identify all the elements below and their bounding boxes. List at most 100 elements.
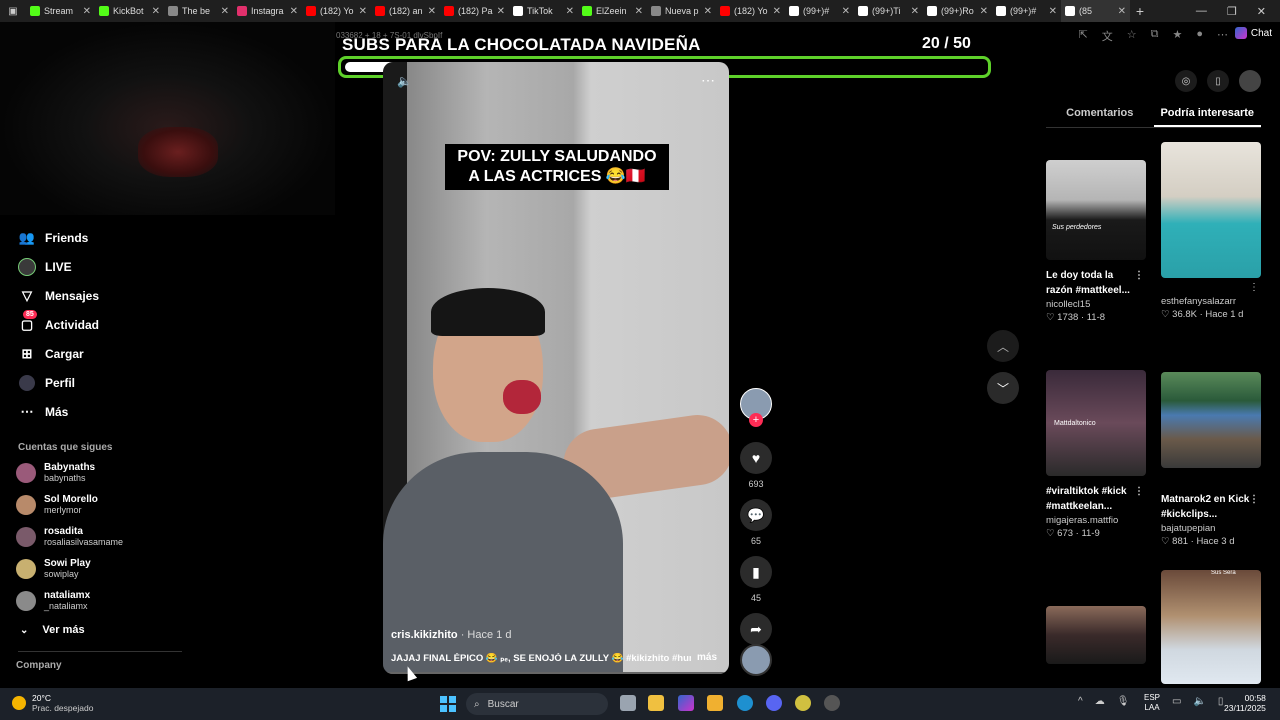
video-author[interactable]: cris.kikizhito · Hace 1 d — [391, 629, 511, 641]
nav-upload[interactable]: ⊞ Cargar — [0, 339, 200, 368]
kebab-icon[interactable]: ⋮ — [1134, 268, 1144, 283]
following-item[interactable]: nataliamx _nataliamx — [0, 585, 200, 617]
following-item[interactable]: Sowi Play sowiplay — [0, 553, 200, 585]
browser-tab[interactable]: Stream ✕ — [26, 0, 95, 22]
device-icon[interactable]: ▯ — [1207, 70, 1229, 92]
browser-tab[interactable]: (99+)# ✕ — [785, 0, 854, 22]
share-button[interactable]: ➦ — [740, 613, 772, 645]
suggested-video-card[interactable] — [1046, 606, 1146, 664]
tab-comments[interactable]: Comentarios — [1046, 100, 1154, 127]
close-tab-icon[interactable]: ✕ — [704, 6, 712, 17]
new-tab-button[interactable]: + — [1130, 3, 1150, 19]
chevron-up-icon[interactable]: ^ — [1078, 696, 1083, 707]
user-avatar[interactable] — [1239, 70, 1261, 92]
store-icon[interactable] — [648, 695, 664, 711]
video-progress-bar[interactable] — [383, 672, 729, 674]
kebab-icon[interactable]: ⋮ — [1134, 484, 1144, 499]
browser-tab[interactable]: (99+)Ti ✕ — [854, 0, 923, 22]
network-icon[interactable]: ▭ — [1172, 696, 1181, 707]
suggested-video-card[interactable]: Mattdaltonico #viraltiktok #kick #mattkee… — [1046, 370, 1146, 539]
translate-icon[interactable]: 文 — [1102, 28, 1113, 44]
browser-tab[interactable]: (85 ✕ — [1061, 0, 1130, 22]
onedrive-icon[interactable]: ☁ — [1095, 696, 1105, 707]
maximize-icon[interactable]: ❐ — [1227, 5, 1237, 18]
minimize-icon[interactable]: — — [1196, 5, 1207, 18]
following-item[interactable]: Babynaths babynaths — [0, 457, 200, 489]
close-tab-icon[interactable]: ✕ — [497, 6, 505, 17]
start-button[interactable] — [440, 696, 456, 712]
close-tab-icon[interactable]: ✕ — [290, 6, 298, 17]
microphone-icon[interactable]: 🎙 — [1117, 696, 1130, 707]
nav-friends[interactable]: 👥 Friends — [0, 223, 200, 252]
creator-avatar[interactable]: + — [740, 388, 772, 427]
suggested-video-card[interactable]: Matnarok2 en Kick #kickclips... ⋮ bajatupe… — [1161, 372, 1261, 547]
see-more-button[interactable]: ⌄ Ver más — [0, 617, 200, 643]
kebab-icon[interactable]: ⋮ — [1249, 282, 1259, 293]
task-view-icon[interactable] — [620, 695, 636, 711]
close-window-icon[interactable]: ✕ — [1257, 5, 1266, 18]
close-tab-icon[interactable]: ✕ — [428, 6, 436, 17]
browser-tab[interactable]: Instagra ✕ — [233, 0, 302, 22]
chrome-icon[interactable] — [795, 695, 811, 711]
profile-icon[interactable]: ● — [1196, 28, 1203, 44]
close-tab-icon[interactable]: ✕ — [980, 6, 988, 17]
sound-avatar[interactable] — [740, 644, 772, 676]
file-explorer-icon[interactable] — [707, 695, 723, 711]
close-tab-icon[interactable]: ✕ — [842, 6, 850, 17]
browser-tab[interactable]: The be ✕ — [164, 0, 233, 22]
open-in-app-icon[interactable]: ⇱ — [1079, 28, 1088, 44]
following-item[interactable]: Sol Morello merlymor — [0, 489, 200, 521]
like-button[interactable]: ♥ — [740, 442, 772, 474]
kebab-icon[interactable]: ⋮ — [1249, 492, 1259, 507]
video-options-icon[interactable]: ⋯ — [701, 72, 715, 89]
video-player[interactable]: 🔈 ⋯ POV: ZULLY SALUDANDO A LAS ACTRICES … — [383, 62, 729, 674]
close-tab-icon[interactable]: ✕ — [566, 6, 574, 17]
menu-dots-icon[interactable]: ⋯ — [1217, 28, 1228, 44]
close-tab-icon[interactable]: ✕ — [221, 6, 229, 17]
edge-icon[interactable] — [737, 695, 753, 711]
next-video-button[interactable]: ﹀ — [987, 372, 1019, 404]
save-button[interactable]: ▮ — [740, 556, 772, 588]
copilot-taskbar-icon[interactable] — [678, 695, 694, 711]
extensions-icon[interactable]: ⧉ — [1151, 28, 1159, 44]
compass-icon[interactable]: ◎ — [1175, 70, 1197, 92]
nav-live[interactable]: LIVE — [0, 252, 200, 281]
favorites-icon[interactable]: ★ — [1172, 28, 1182, 44]
obs-icon[interactable] — [824, 695, 840, 711]
browser-tab[interactable]: KickBot ✕ — [95, 0, 164, 22]
nav-more[interactable]: ⋯ Más — [0, 397, 200, 426]
nav-activity[interactable]: ▢ 85 Actividad — [0, 309, 200, 339]
nav-messages[interactable]: ▽ Mensajes — [0, 281, 200, 310]
nav-profile[interactable]: Perfil — [0, 368, 200, 397]
previous-video-button[interactable]: ︿ — [987, 330, 1019, 362]
favorite-star-icon[interactable]: ☆ — [1127, 28, 1137, 44]
close-tab-icon[interactable]: ✕ — [152, 6, 160, 17]
close-tab-icon[interactable]: ✕ — [83, 6, 91, 17]
browser-tab[interactable]: TikTok ✕ — [509, 0, 578, 22]
suggested-video-card[interactable]: Sus Sera — [1161, 570, 1261, 684]
discord-icon[interactable] — [766, 695, 782, 711]
company-link[interactable]: Company — [0, 660, 200, 671]
weather-widget[interactable]: 20°C Prac. despejado — [12, 693, 93, 713]
copilot-chat-button[interactable]: Chat — [1234, 27, 1272, 39]
close-tab-icon[interactable]: ✕ — [635, 6, 643, 17]
comment-button[interactable]: 💬 — [740, 499, 772, 531]
follow-plus-icon[interactable]: + — [749, 413, 763, 427]
language-indicator[interactable]: ESP LAA — [1144, 693, 1160, 713]
close-tab-icon[interactable]: ✕ — [773, 6, 781, 17]
browser-tab[interactable]: (182) Pa ✕ — [440, 0, 509, 22]
browser-tab[interactable]: (182) Yo ✕ — [716, 0, 785, 22]
suggested-video-card[interactable]: esthefanysalazarr ⋮ ♡ 36.8K · Hace 1 d — [1161, 142, 1261, 320]
window-menu-icon[interactable]: ▣ — [0, 0, 26, 22]
browser-tab[interactable]: (182) an ✕ — [371, 0, 440, 22]
clock[interactable]: 00:58 23/11/2025 — [1224, 693, 1266, 713]
browser-tab[interactable]: ElZeein ✕ — [578, 0, 647, 22]
close-tab-icon[interactable]: ✕ — [911, 6, 919, 17]
close-tab-icon[interactable]: ✕ — [1049, 6, 1057, 17]
browser-tab[interactable]: (182) Yo ✕ — [302, 0, 371, 22]
volume-icon[interactable]: 🔈 — [397, 74, 412, 88]
volume-icon[interactable]: 🔈 — [1193, 696, 1205, 707]
tab-suggested[interactable]: Podría interesarte — [1153, 100, 1261, 127]
more-link[interactable]: más — [697, 652, 717, 663]
following-item[interactable]: rosadita rosaliasilvasamame — [0, 521, 200, 553]
